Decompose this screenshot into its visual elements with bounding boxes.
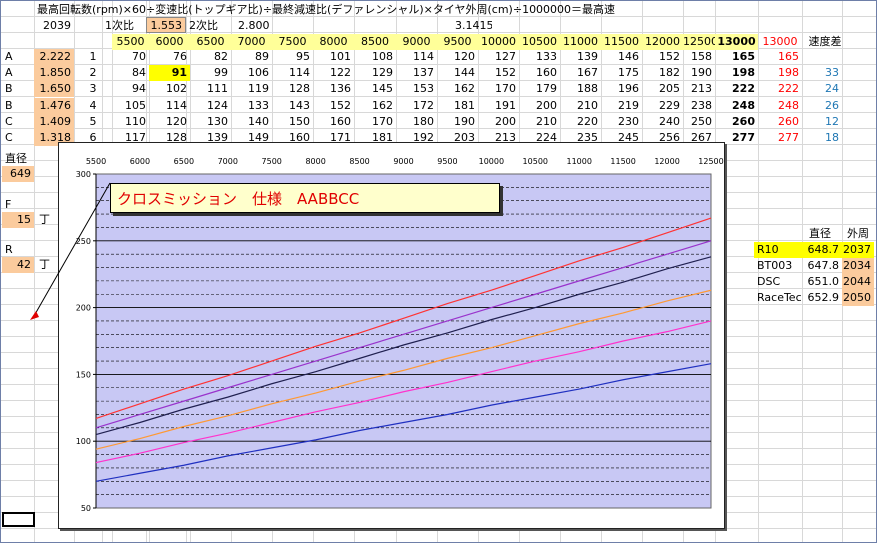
spreadsheet[interactable]: 最高回転数(rpm)×60÷変速比(トップギア比)÷最終減速比(デファレンシャル…: [0, 0, 877, 543]
selected-cell[interactable]: [2, 512, 35, 527]
annotation-arrowhead: [30, 311, 39, 320]
annotation-arrow-layer: [30, 182, 111, 320]
annotation-arrow: [33, 182, 111, 317]
